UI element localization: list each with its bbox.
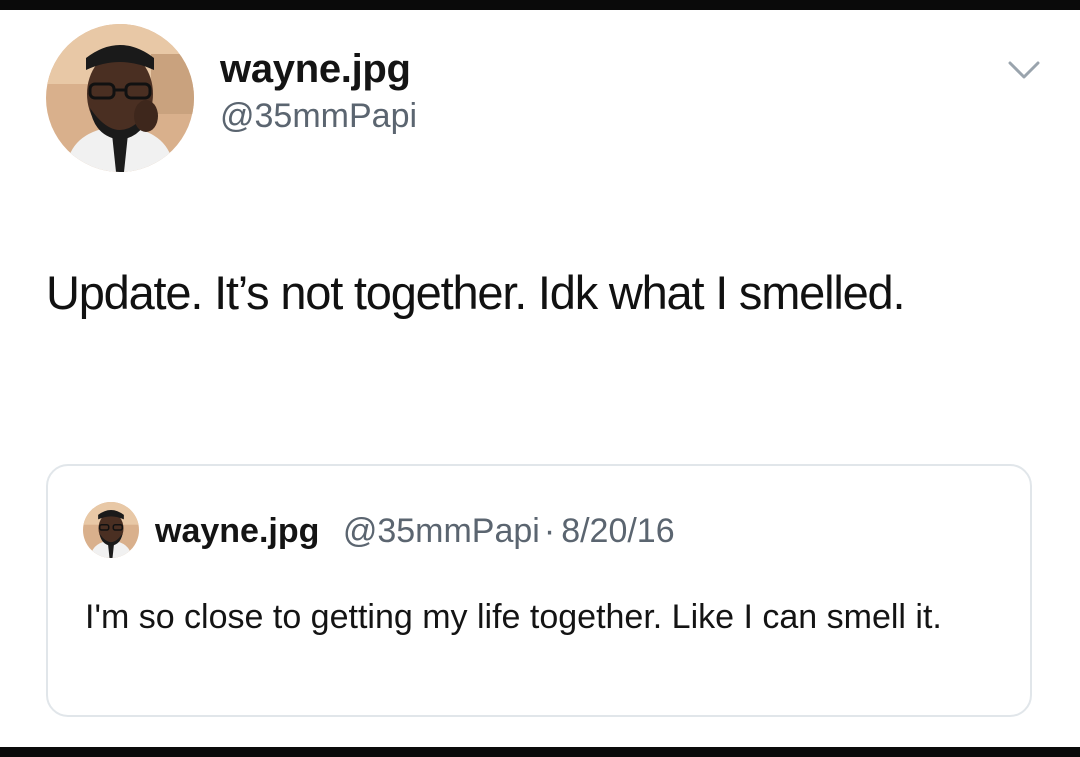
tweet-card: wayne.jpg @35mmPapi Update. It’s not tog… bbox=[0, 10, 1080, 747]
quoted-author-handle[interactable]: @35mmPapi bbox=[343, 512, 540, 550]
avatar-photo-icon bbox=[46, 24, 194, 172]
author-handle[interactable]: @35mmPapi bbox=[220, 97, 417, 136]
quoted-tweet-header: wayne.jpg @35mmPapi · 8/20/16 bbox=[155, 512, 675, 551]
avatar-photo-icon bbox=[83, 502, 139, 558]
quoted-author-display-name[interactable]: wayne.jpg bbox=[155, 512, 319, 550]
author-avatar[interactable] bbox=[46, 24, 194, 172]
tweet-text: Update. It’s not together. Idk what I sm… bbox=[46, 266, 906, 319]
chevron-down-icon[interactable] bbox=[1006, 58, 1042, 82]
quoted-tweet[interactable]: wayne.jpg @35mmPapi · 8/20/16 I'm so close… bbox=[46, 464, 1032, 717]
separator-dot: · bbox=[543, 512, 556, 550]
quoted-tweet-text: I'm so close to getting my life together… bbox=[85, 598, 942, 636]
quoted-tweet-date[interactable]: 8/20/16 bbox=[561, 512, 674, 550]
quoted-author-avatar[interactable] bbox=[83, 502, 139, 558]
author-display-name[interactable]: wayne.jpg bbox=[220, 47, 411, 92]
